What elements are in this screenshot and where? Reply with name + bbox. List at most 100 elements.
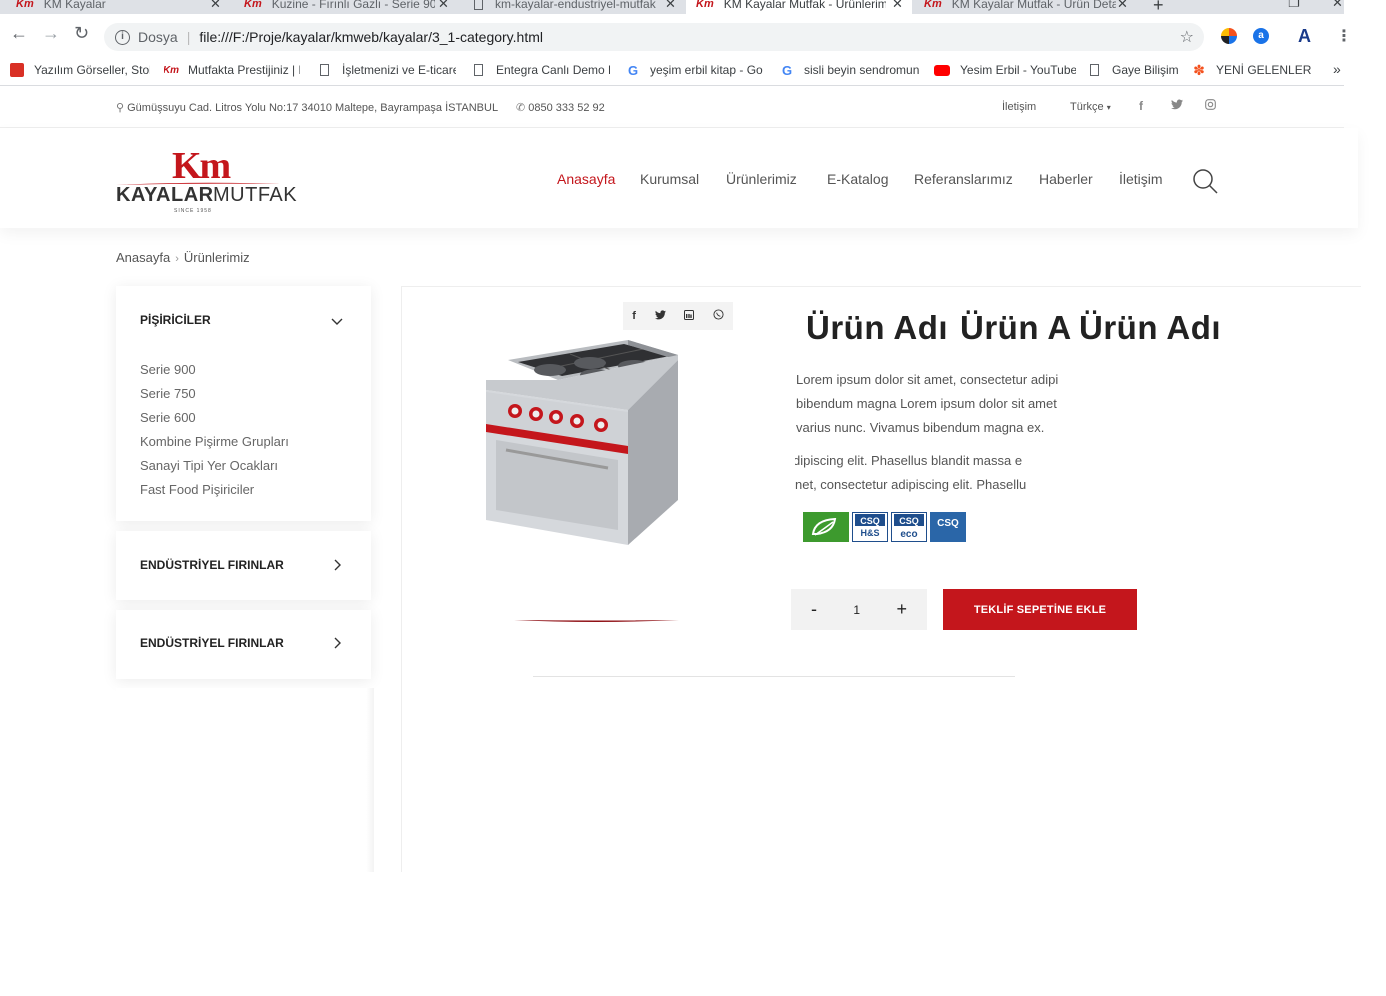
- nav-urunlerimiz[interactable]: Ürünlerimiz: [726, 171, 797, 187]
- bookmark-item[interactable]: Yesim Erbil - YouTube: [934, 63, 1076, 77]
- nav-kurumsal[interactable]: Kurumsal: [640, 171, 699, 187]
- twitter-icon[interactable]: [1171, 99, 1183, 113]
- url-separator: |: [186, 29, 191, 45]
- km-favicon-icon: Km: [16, 0, 34, 10]
- extension-a-icon[interactable]: a: [1253, 28, 1269, 44]
- browser-menu-icon[interactable]: ⋮: [1336, 26, 1352, 46]
- new-tab-button[interactable]: +: [1153, 0, 1164, 14]
- restore-window-icon[interactable]: ❐: [1288, 0, 1300, 11]
- quantity-increase-button[interactable]: +: [896, 599, 907, 620]
- eco-leaf-icon: [803, 512, 849, 542]
- nav-referanslarimiz[interactable]: Referanslarımız: [914, 171, 1013, 187]
- browser-tab[interactable]: Km KM Kayalar ✕: [0, 0, 232, 14]
- close-window-icon[interactable]: ✕: [1332, 0, 1343, 11]
- nav-anasayfa[interactable]: Anasayfa: [557, 171, 615, 187]
- bookmarks-overflow-button[interactable]: »: [1333, 61, 1341, 77]
- browser-tab[interactable]: km-kayalar-endustriyel-mutfak ✕: [460, 0, 686, 14]
- site-logo[interactable]: Km KAYALAR MUTFAK SINCE 1958: [116, 144, 297, 214]
- instagram-icon[interactable]: [1205, 99, 1216, 113]
- bookmark-star-icon[interactable]: ☆: [1180, 27, 1194, 47]
- svg-text:CSQ: CSQ: [937, 518, 959, 529]
- address-bar[interactable]: i Dosya | file:///F:/Proje/kayalar/kmweb…: [104, 23, 1204, 51]
- chevron-right-icon[interactable]: [331, 559, 343, 571]
- bookmark-item[interactable]: Gaye Bilişim: [1090, 63, 1182, 77]
- category-item[interactable]: Serie 750: [140, 382, 289, 406]
- twitter-icon[interactable]: [654, 309, 666, 323]
- map-pin-icon: ⚲: [116, 102, 125, 114]
- quantity-value[interactable]: 1: [853, 603, 860, 617]
- chevron-down-icon[interactable]: [331, 315, 343, 327]
- breadcrumb: Anasayfa › Ürünlerimiz: [116, 250, 250, 265]
- facebook-icon[interactable]: f: [1139, 99, 1143, 113]
- add-to-quote-button[interactable]: TEKLİF SEPETİNE EKLE: [943, 589, 1137, 630]
- extension-icon[interactable]: [1221, 28, 1237, 44]
- nav-iletisim[interactable]: İletişim: [1119, 171, 1163, 187]
- bookmark-item[interactable]: G yeşim erbil kitap - Go: [626, 63, 764, 77]
- extension-triangle-icon[interactable]: A: [1298, 26, 1311, 47]
- chevron-right-icon[interactable]: [331, 637, 343, 649]
- breadcrumb-current: Ürünlerimiz: [183, 250, 250, 265]
- tab-title: KM Kayalar Mutfak - Ürünlerimiz: [723, 0, 886, 11]
- linkedin-icon[interactable]: [684, 309, 695, 323]
- browser-tab[interactable]: Km Kuzine - Fırınlı Gazlı - Serie 900 ✕: [232, 0, 460, 14]
- bookmark-item[interactable]: Entegra Canlı Demo E: [474, 63, 610, 77]
- description-line: bibendum magna Lorem ipsum dolor sit ame…: [796, 396, 1057, 411]
- language-selector[interactable]: Türkçe ▾: [1070, 101, 1111, 113]
- category-title: ENDÜSTRİYEL FIRINLAR: [140, 636, 284, 650]
- category-item[interactable]: Kombine Pişirme Grupları: [140, 430, 289, 454]
- nav-haberler[interactable]: Haberler: [1039, 171, 1093, 187]
- tab-close-icon[interactable]: ✕: [892, 0, 903, 12]
- km-icon: Km: [164, 64, 180, 76]
- red-square-icon: [10, 63, 24, 77]
- product-title: Ürün Adı: [960, 309, 1073, 346]
- browser-tab-active[interactable]: Km KM Kayalar Mutfak - Ürünlerimiz ✕: [686, 0, 912, 14]
- top-info-bar: ⚲ Gümüşsuyu Cad. Litros Yolu No:17 34010…: [0, 87, 1344, 128]
- category-item-list: Serie 900 Serie 750 Serie 600 Kombine Pi…: [140, 358, 289, 502]
- svg-text:H&S: H&S: [860, 528, 879, 538]
- category-title[interactable]: PİŞİRİCİLER: [140, 313, 211, 327]
- category-item[interactable]: Sanayi Tipi Yer Ocakları: [140, 454, 289, 478]
- category-item[interactable]: Fast Food Pişiriciler: [140, 478, 289, 502]
- nav-e-katalog[interactable]: E-Katalog: [827, 171, 888, 187]
- logo-word-bold: KAYALAR: [116, 184, 214, 206]
- product-description-secondary: dipiscing elit. Phasellus blandit massa …: [795, 449, 1033, 497]
- bookmark-item[interactable]: Yazılım Görseller, Stok: [10, 63, 150, 77]
- browser-tab[interactable]: Km KM Kayalar Mutfak - Ürün Detay ✕: [912, 0, 1140, 14]
- tab-close-icon[interactable]: ✕: [665, 0, 676, 12]
- tab-close-icon[interactable]: ✕: [438, 0, 449, 12]
- category-card-firinlar[interactable]: ENDÜSTRİYEL FIRINLAR: [116, 610, 371, 679]
- breadcrumb-home[interactable]: Anasayfa: [116, 250, 170, 265]
- bookmark-label: Mutfakta Prestijiniz | K: [188, 63, 300, 77]
- reload-icon[interactable]: ↻: [74, 24, 89, 42]
- bookmark-label: İşletmenizi ve E-ticare: [342, 63, 456, 77]
- back-arrow-icon[interactable]: ←: [10, 24, 28, 42]
- bookmark-item[interactable]: İşletmenizi ve E-ticare: [320, 63, 456, 77]
- whatsapp-icon[interactable]: [713, 309, 724, 323]
- bookmark-item[interactable]: ✽ YENİ GELENLER: [1192, 63, 1312, 77]
- forward-arrow-icon[interactable]: →: [42, 24, 60, 42]
- tab-close-icon[interactable]: ✕: [1117, 0, 1128, 12]
- doc-icon: [474, 64, 483, 76]
- category-item[interactable]: Serie 900: [140, 358, 289, 382]
- url-text[interactable]: file:///F:/Proje/kayalar/kmweb/kayalar/3…: [199, 29, 543, 45]
- csq-hs-badge: CSQ H&S: [852, 512, 888, 542]
- quantity-decrease-button[interactable]: -: [811, 599, 817, 620]
- google-icon: G: [781, 63, 793, 77]
- bookmark-item[interactable]: Km Mutfakta Prestijiniz | K: [164, 63, 300, 77]
- certificates: CSQ H&S CSQ eco CSQ: [803, 512, 966, 542]
- bookmark-label: Entegra Canlı Demo E: [496, 63, 610, 77]
- info-icon[interactable]: i: [115, 29, 130, 45]
- product-title: Ürün Adı: [1079, 309, 1222, 346]
- bookmark-item[interactable]: G sisli beyin sendromun: [780, 63, 920, 77]
- top-contact-link[interactable]: İletişim: [1002, 101, 1036, 113]
- category-card-pisiriciler: PİŞİRİCİLER Serie 900 Serie 750 Serie 60…: [116, 286, 371, 521]
- category-card-firinlar[interactable]: ENDÜSTRİYEL FIRINLAR: [116, 531, 371, 600]
- search-icon[interactable]: [1192, 168, 1218, 194]
- facebook-icon[interactable]: f: [632, 310, 636, 322]
- tab-title: km-kayalar-endustriyel-mutfak: [495, 0, 656, 11]
- address-info: ⚲ Gümüşsuyu Cad. Litros Yolu No:17 34010…: [116, 101, 498, 114]
- category-item[interactable]: Serie 600: [140, 406, 289, 430]
- url-scheme-label: Dosya: [138, 29, 178, 45]
- tab-close-icon[interactable]: ✕: [210, 0, 221, 12]
- address-text: Gümüşsuyu Cad. Litros Yolu No:17 34010 M…: [127, 102, 499, 114]
